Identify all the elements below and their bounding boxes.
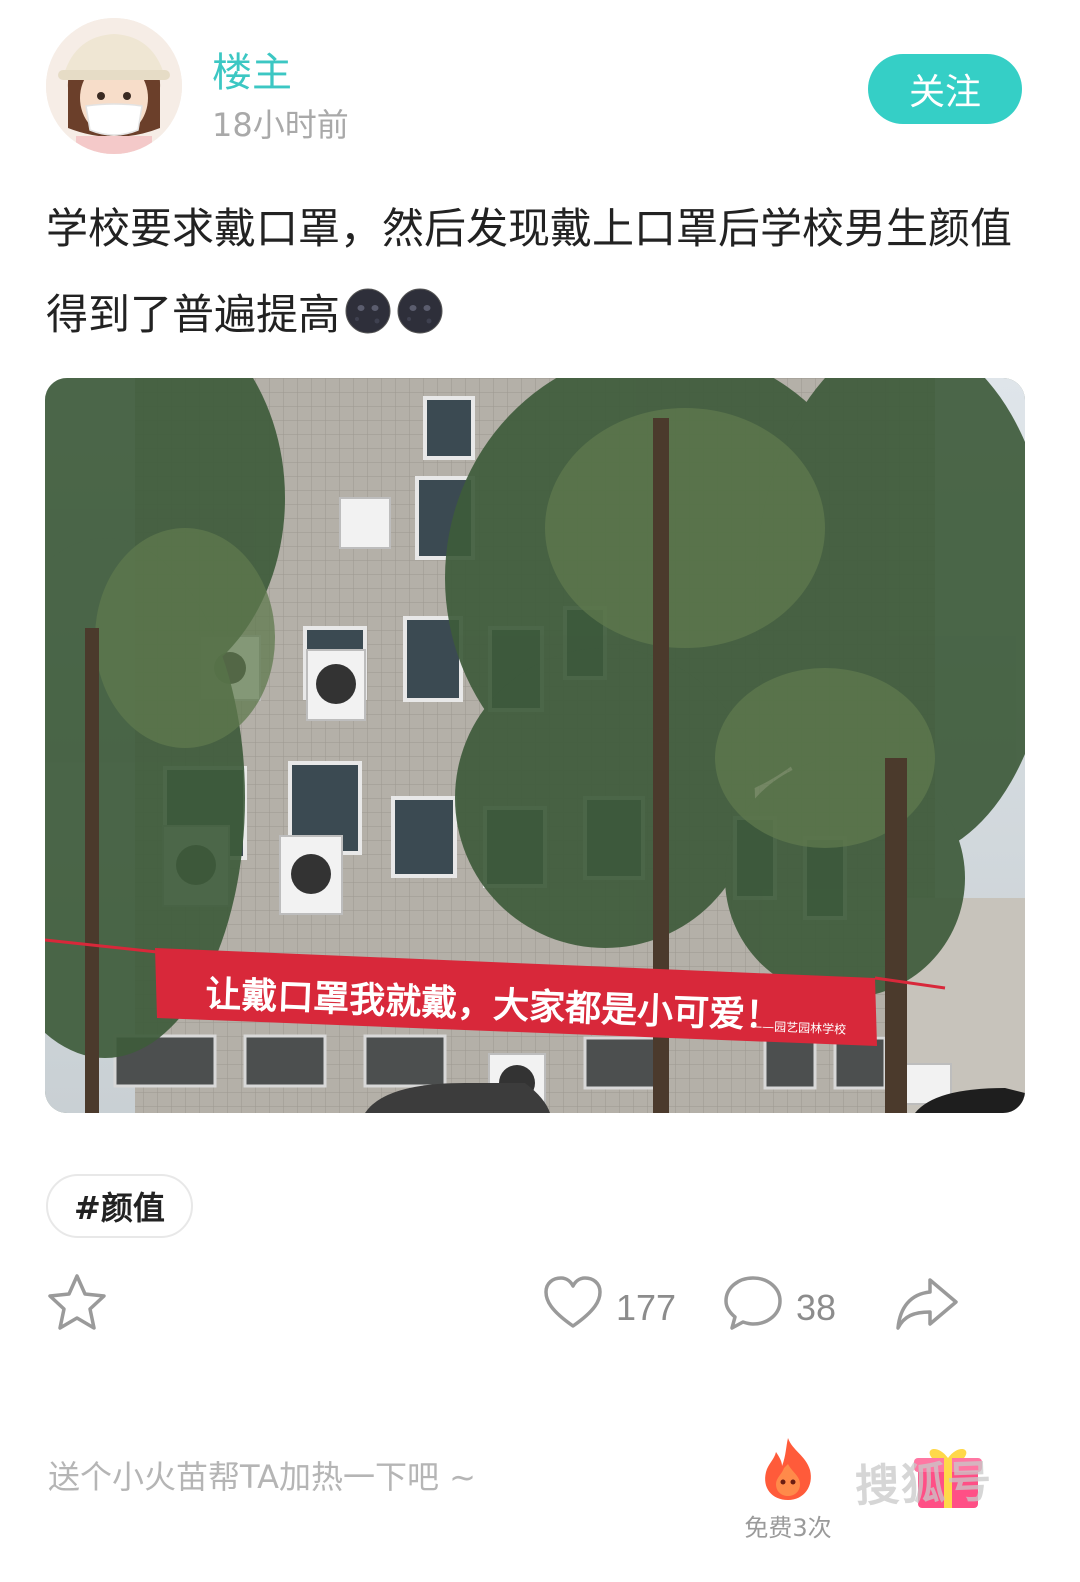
fire-button[interactable]: 免费3次 (738, 1430, 838, 1542)
post-body: 学校要求戴口罩，然后发现戴上口罩后学校男生颜值得到了普遍提高 (46, 204, 1013, 339)
post-photo[interactable]: 让戴口罩我就戴，大家都是小可爱！ ——园艺园林学校 (45, 378, 1025, 1113)
share-arrow-icon (892, 1270, 962, 1345)
flame-icon (756, 1434, 820, 1510)
follow-button[interactable]: 关注 (868, 54, 1022, 124)
avatar[interactable] (46, 18, 182, 154)
post-text: 学校要求戴口罩，然后发现戴上口罩后学校男生颜值得到了普遍提高 (46, 186, 1036, 358)
share-button[interactable] (892, 1270, 962, 1345)
watermark: 搜狐号 (854, 1456, 995, 1513)
post-time: 18小时前 (212, 106, 349, 144)
cheer-prompt: 送个小火苗帮TA加热一下吧 ~ (48, 1458, 476, 1496)
topic-tag[interactable]: #颜值 (46, 1174, 193, 1238)
like-button[interactable]: 177 (540, 1270, 676, 1345)
action-bar: 177 38 (0, 1270, 1080, 1360)
new-moon-face-emoji-icon (396, 278, 444, 334)
favorite-button[interactable] (44, 1270, 110, 1345)
fire-free-count: 免费3次 (744, 1514, 832, 1542)
like-count: 177 (616, 1286, 677, 1328)
comment-button[interactable]: 38 (720, 1270, 836, 1345)
comment-count: 38 (796, 1286, 837, 1328)
star-icon (44, 1270, 110, 1345)
author-name[interactable]: 楼主 (212, 40, 292, 98)
new-moon-face-emoji-icon (344, 278, 392, 334)
heart-icon (540, 1270, 606, 1345)
comment-bubble-icon (720, 1270, 786, 1345)
